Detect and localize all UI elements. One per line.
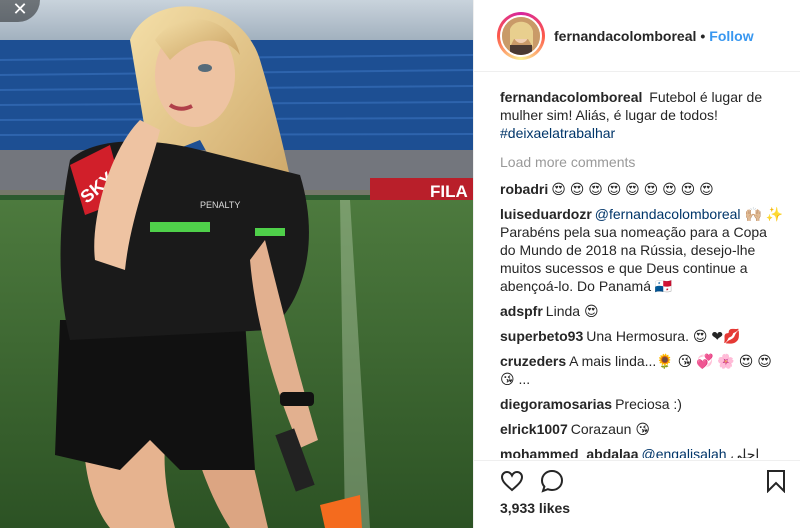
header-separator: •	[700, 27, 706, 44]
comment-item: cruzeders A mais linda...🌻 😘 💞 🌸 😍 😍 😘 ..…	[500, 352, 785, 388]
bookmark-icon[interactable]	[766, 469, 786, 498]
comment-item: superbeto93 Una Hermosura. 😍 ❤💋	[500, 327, 785, 345]
comment-text: Una Hermosura. 😍 ❤💋	[586, 328, 741, 344]
caption-hashtag[interactable]: #deixaelatrabalhar	[500, 125, 615, 141]
load-more-comments-button[interactable]: Load more comments	[500, 153, 785, 171]
comment-item: elrick1007 Corazaun 😘	[500, 420, 785, 438]
comment-username[interactable]: adspfr	[500, 303, 543, 319]
follow-button[interactable]: Follow	[709, 28, 753, 44]
comment-username[interactable]: cruzeders	[500, 353, 566, 369]
comment-item: robadri 😍 😍 😍 😍 😍 😍 😍 😍 😍	[500, 180, 785, 198]
comment-username[interactable]: mohammed_abdalaa	[500, 446, 639, 458]
action-bar	[474, 460, 800, 500]
shirt-brand: PENALTY	[200, 200, 240, 210]
photo-illustration: FILA SKY PENALTY	[0, 0, 473, 528]
header-username[interactable]: fernandacolomboreal	[554, 28, 696, 44]
comment-text: 😍 😍 😍 😍 😍 😍 😍 😍 😍	[551, 181, 714, 197]
comment-text: Preciosa :)	[615, 396, 682, 412]
post-header: fernandacolomboreal • Follow	[474, 0, 800, 72]
comment-text: Linda 😍	[545, 303, 599, 319]
comment-username[interactable]: superbeto93	[500, 328, 583, 344]
caption-username[interactable]: fernandacolomboreal	[500, 89, 642, 105]
comment-item: adspfr Linda 😍	[500, 302, 785, 320]
comments-section: fernandacolomboreal Futebol é lugar de m…	[474, 72, 800, 458]
avatar[interactable]	[500, 14, 542, 57]
board-text: FILA	[430, 182, 468, 201]
comment-mention[interactable]: @engalisalah	[642, 446, 727, 458]
comment-item: luiseduardozr @fernandacolomboreal 🙌🏼 ✨ P…	[500, 205, 785, 295]
close-icon: ✕	[12, 0, 28, 19]
comment-username[interactable]: diegoramosarias	[500, 396, 612, 412]
post-photo[interactable]: FILA SKY PENALTY ✕	[0, 0, 473, 528]
comment-text: Corazaun 😘	[570, 421, 650, 437]
comment-username[interactable]: robadri	[500, 181, 548, 197]
post-info-panel: fernandacolomboreal • Follow fernandacol…	[473, 0, 800, 528]
comment-text: احلى	[730, 446, 760, 458]
comment-item: diegoramosarias Preciosa :)	[500, 395, 785, 413]
likes-count[interactable]: 3,933 likes	[500, 500, 570, 516]
avatar-ring[interactable]	[497, 11, 545, 60]
comment-username[interactable]: luiseduardozr	[500, 206, 592, 222]
comment-mention[interactable]: @fernandacolomboreal	[595, 206, 741, 222]
avatar-image	[502, 16, 540, 55]
instagram-post-viewer: FILA SKY PENALTY ✕ fernandacolomboreal •…	[0, 0, 800, 528]
comment-list: robadri 😍 😍 😍 😍 😍 😍 😍 😍 😍 luiseduardozr @fe…	[500, 180, 785, 458]
comment-icon[interactable]	[540, 469, 564, 498]
comment-item: mohammed_abdalaa @engalisalah احلى	[500, 445, 785, 458]
comment-username[interactable]: elrick1007	[500, 421, 568, 437]
caption: fernandacolomboreal Futebol é lugar de m…	[500, 88, 785, 142]
heart-icon[interactable]	[500, 469, 524, 498]
